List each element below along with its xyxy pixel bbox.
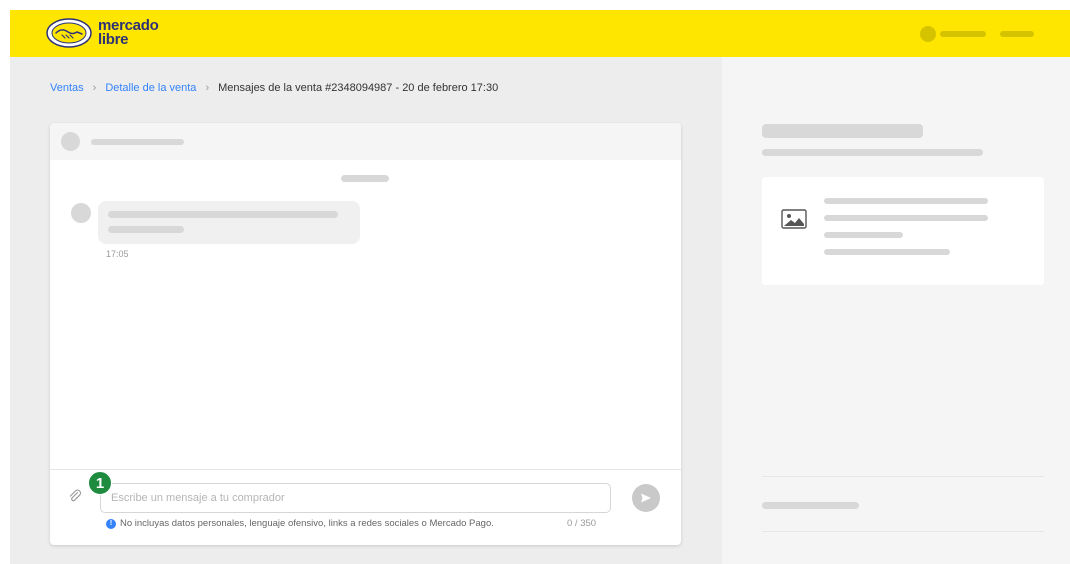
composer-divider [50, 469, 681, 470]
paperclip-icon[interactable] [68, 489, 82, 503]
product-line-placeholder [824, 232, 903, 238]
send-icon [641, 493, 651, 503]
product-line-placeholder [824, 215, 988, 221]
panel-subtitle-placeholder [762, 149, 983, 156]
panel-footer-placeholder [762, 502, 859, 509]
step-number-badge: 1 [88, 471, 112, 495]
date-separator-placeholder [341, 175, 389, 182]
product-line-placeholder [824, 249, 950, 255]
image-placeholder-icon [781, 209, 807, 229]
panel-divider [762, 531, 1044, 532]
breadcrumb: Ventas › Detalle de la venta › Mensajes … [50, 82, 498, 94]
send-button[interactable] [632, 484, 660, 512]
breadcrumb-sale-detail-link[interactable]: Detalle de la venta [105, 82, 196, 94]
message-line-placeholder [108, 211, 338, 218]
panel-divider [762, 476, 1044, 477]
buyer-name-placeholder [91, 139, 184, 145]
chevron-right-icon: › [205, 82, 210, 94]
user-name-placeholder[interactable] [940, 31, 986, 37]
chat-card: 17:05 1 ! No incluyas datos personales, … [50, 123, 681, 545]
buyer-avatar-placeholder [61, 132, 80, 151]
breadcrumb-ventas-link[interactable]: Ventas [50, 82, 84, 94]
handshake-logo-icon [46, 18, 92, 48]
logo-wordmark: mercado libre [98, 18, 159, 48]
chat-header [50, 123, 681, 160]
product-card[interactable] [762, 177, 1044, 285]
message-line-placeholder [108, 226, 184, 233]
mercado-libre-logo[interactable]: mercado libre [46, 18, 159, 48]
chevron-right-icon: › [92, 82, 97, 94]
header-menu-placeholder[interactable] [1000, 31, 1034, 37]
message-avatar-placeholder [71, 203, 91, 223]
product-line-placeholder [824, 198, 988, 204]
privacy-warning: ! No incluyas datos personales, lenguaje… [106, 518, 494, 529]
logo-line-2: libre [98, 31, 129, 48]
info-icon: ! [106, 518, 116, 529]
privacy-warning-text: No incluyas datos personales, lenguaje o… [120, 518, 494, 529]
app-frame: mercado libre Ventas › Detalle de la ven… [10, 10, 1070, 564]
breadcrumb-current-page: Mensajes de la venta #2348094987 - 20 de… [218, 82, 499, 94]
message-timestamp: 17:05 [106, 249, 129, 259]
message-bubble [98, 201, 360, 244]
top-header: mercado libre [10, 10, 1070, 57]
user-avatar-placeholder[interactable] [920, 26, 936, 42]
panel-title-placeholder [762, 124, 923, 138]
message-input[interactable] [100, 483, 611, 513]
character-counter: 0 / 350 [567, 518, 597, 529]
